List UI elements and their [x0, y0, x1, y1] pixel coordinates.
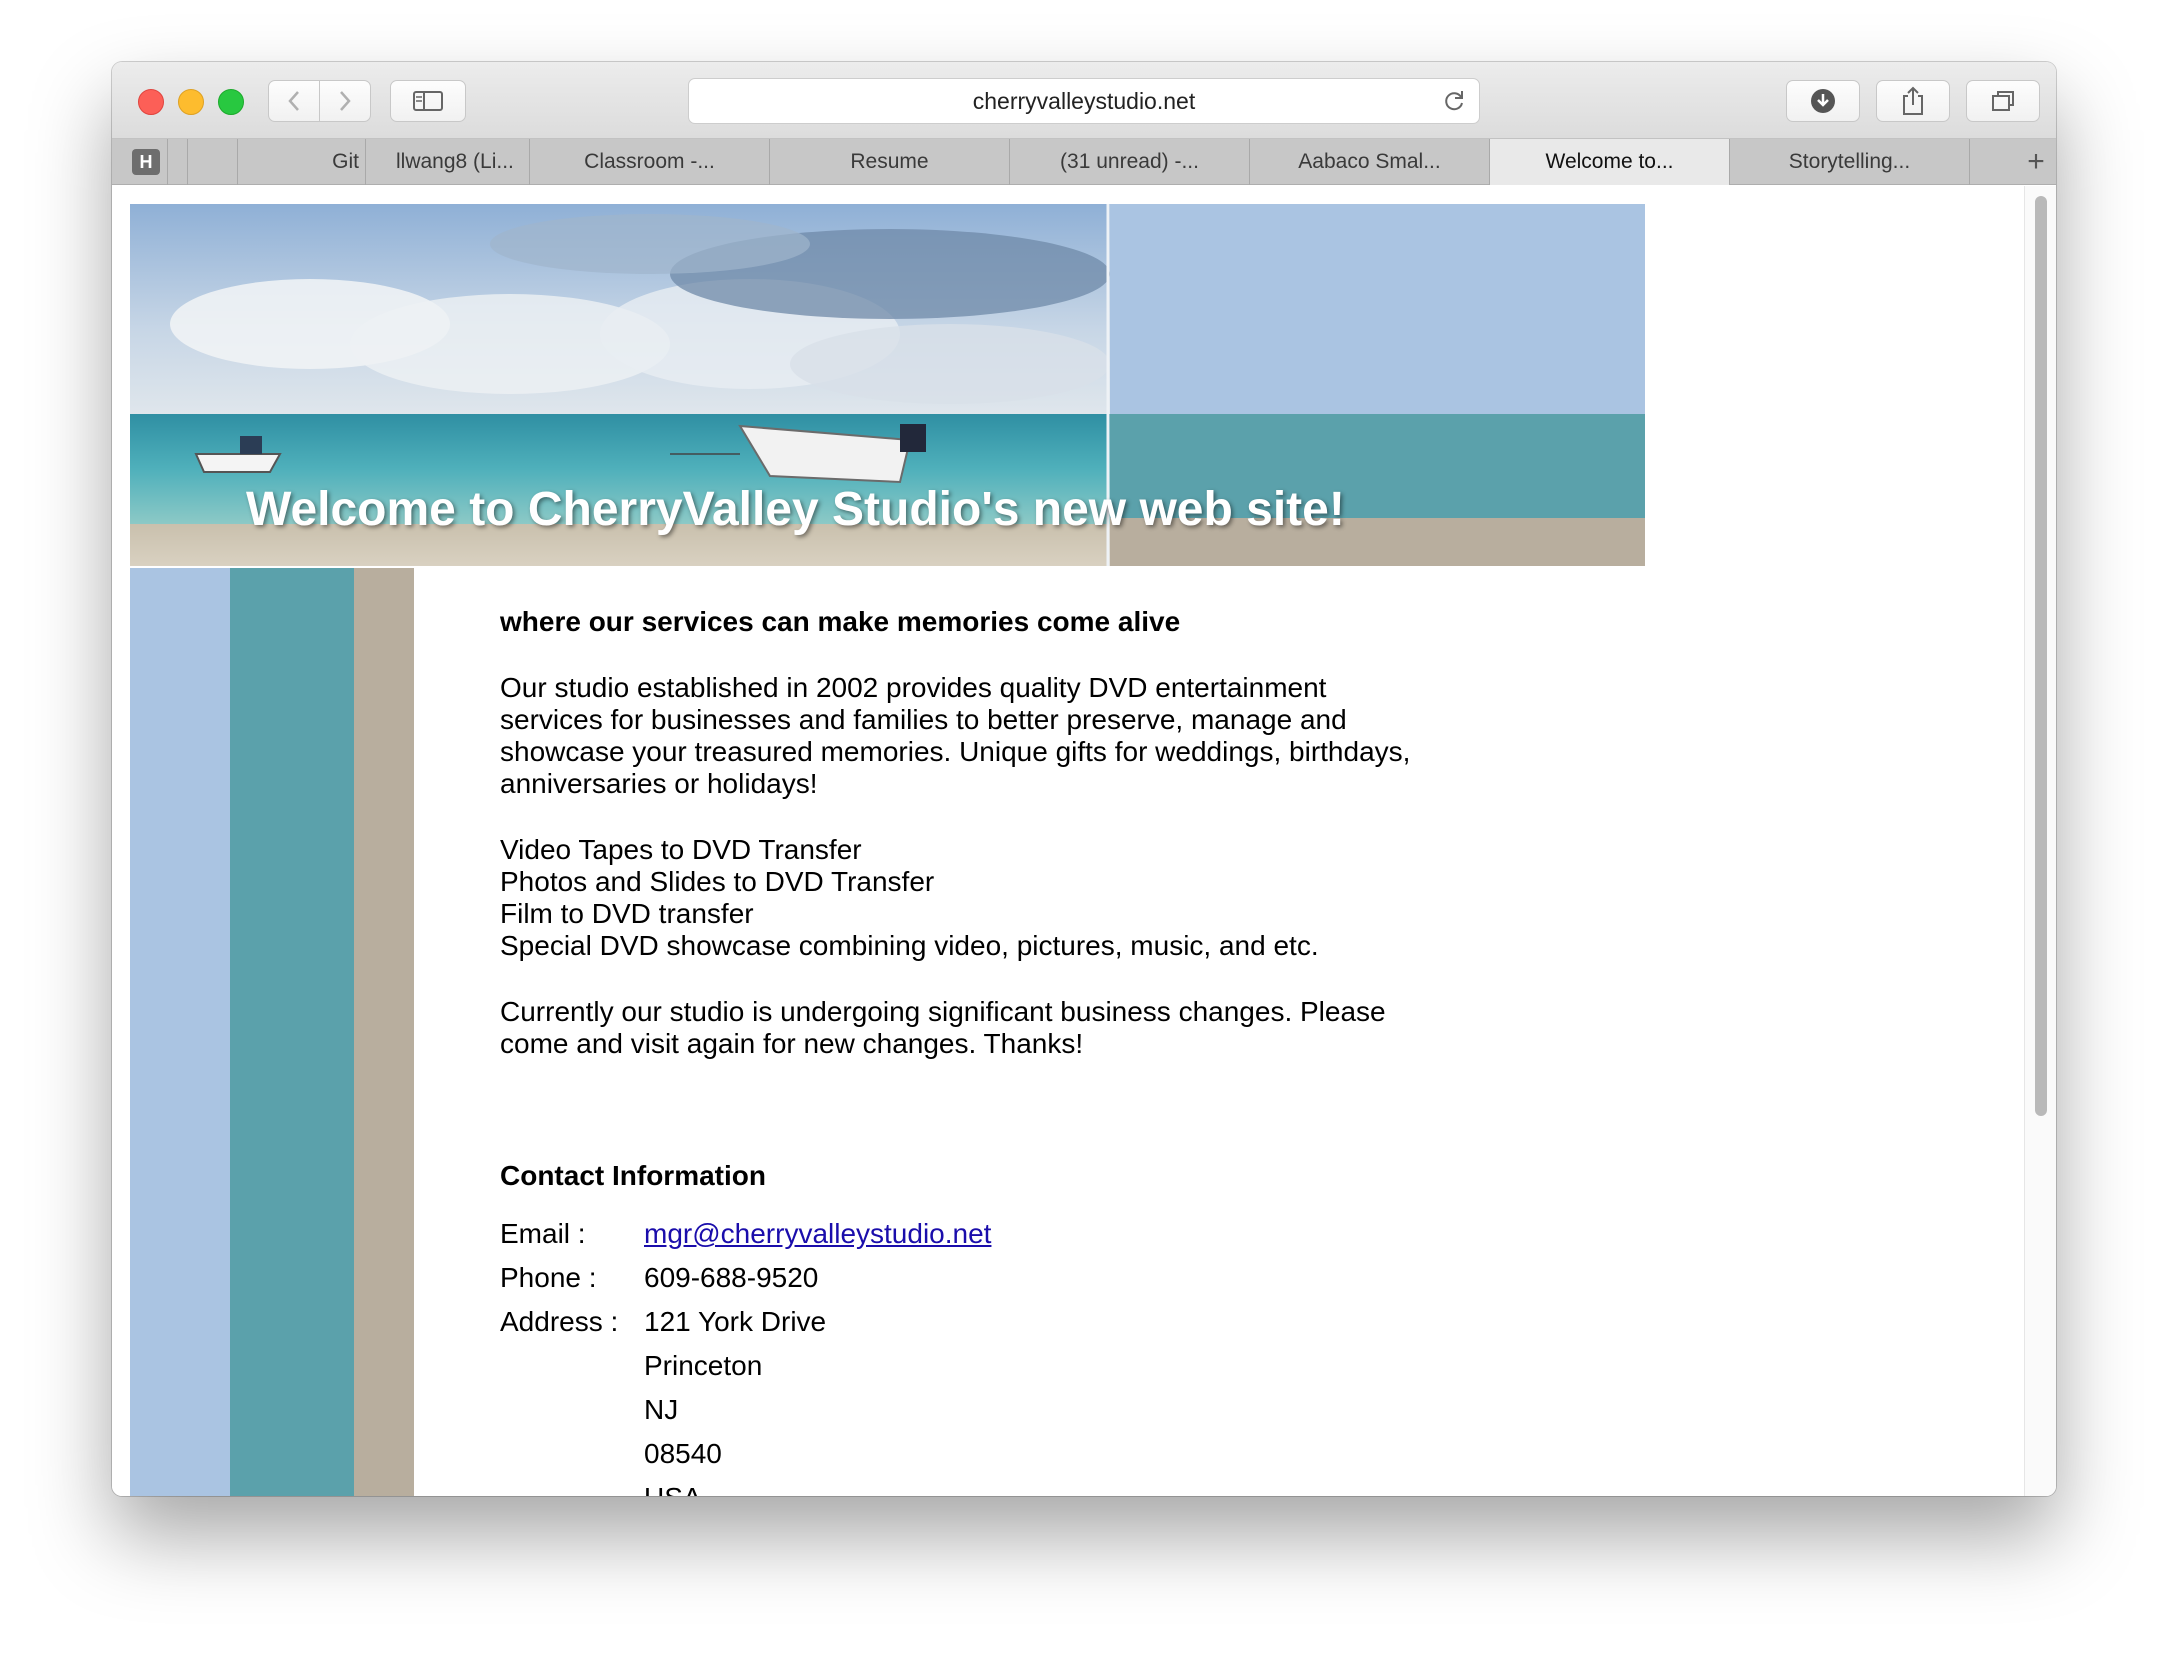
page-content: Welcome to CherryValley Studio's new web…	[112, 186, 2056, 1496]
intro-paragraph: Our studio established in 2002 provides …	[500, 672, 1411, 799]
contact-row-phone: Phone : 609-688-9520	[500, 1256, 991, 1300]
main-text: where our services can make memories com…	[500, 606, 1500, 1496]
tab-label: Storytelling...	[1788, 150, 1911, 173]
tab-classroom[interactable]: Classroom -...	[530, 139, 770, 185]
tab-label: Classroom -...	[584, 150, 715, 173]
address-label: Address :	[500, 1306, 619, 1337]
tab-unread[interactable]: (31 unread) -...	[1010, 139, 1250, 185]
contact-row-address: Address : 121 York Drive	[500, 1300, 991, 1344]
decorative-stripe-tan	[354, 568, 414, 1496]
scrollbar-thumb[interactable]	[2035, 196, 2047, 1116]
service-item: Film to DVD transfer	[500, 898, 754, 929]
tab-resume[interactable]: Resume	[770, 139, 1010, 185]
email-link[interactable]: mgr@cherryvalleystudio.net	[644, 1218, 991, 1249]
share-button[interactable]	[1876, 80, 1950, 122]
share-icon	[1903, 86, 1923, 115]
tab-pinned-h[interactable]: H	[112, 139, 168, 185]
contact-row-address: 08540	[500, 1432, 991, 1476]
service-item: Photos and Slides to DVD Transfer	[500, 866, 935, 897]
zoom-window-button[interactable]	[218, 89, 244, 115]
download-icon	[1811, 89, 1835, 113]
page-title: Welcome to CherryValley Studio's new web…	[246, 483, 1345, 536]
phone-value: 609-688-9520	[644, 1262, 819, 1293]
sidebar-toggle-button[interactable]	[390, 80, 466, 122]
tab-welcome-active[interactable]: Welcome to...	[1490, 139, 1730, 185]
browser-window: cherryvalleystudio.net H Git llwang8 (Li…	[112, 62, 2056, 1496]
tab-pinned-blank-1[interactable]	[168, 139, 188, 185]
service-item: Video Tapes to DVD Transfer	[500, 834, 862, 865]
reload-icon[interactable]	[1441, 88, 1467, 114]
tab-label: Git	[332, 150, 359, 173]
tab-github-profile[interactable]: llwang8 (Li...	[366, 139, 530, 185]
address-line: USA	[644, 1476, 991, 1496]
minimize-window-button[interactable]	[178, 89, 204, 115]
chevron-right-icon	[340, 91, 351, 111]
address-line: Princeton	[644, 1350, 763, 1381]
phone-label: Phone :	[500, 1262, 597, 1293]
downloads-button[interactable]	[1786, 80, 1860, 122]
tabs-overview-icon	[1992, 91, 2014, 111]
decorative-stripe-teal	[230, 568, 354, 1496]
tagline: where our services can make memories com…	[500, 606, 1181, 637]
tab-label: Aabaco Smal...	[1298, 150, 1441, 173]
tab-bar: H Git llwang8 (Li... Classroom -... Resu…	[112, 139, 2056, 185]
tab-label: Welcome to...	[1545, 150, 1674, 173]
tab-label: (31 unread) -...	[1060, 150, 1199, 173]
address-bar-url: cherryvalleystudio.net	[972, 87, 1196, 114]
tab-label: llwang8 (Li...	[396, 150, 514, 173]
tab-storytelling[interactable]: Storytelling...	[1730, 139, 1970, 185]
contact-heading: Contact Information	[500, 1160, 766, 1191]
favicon-h: H	[132, 149, 160, 175]
contact-row-address: USA	[500, 1476, 991, 1496]
address-line: 121 York Drive	[644, 1306, 827, 1337]
service-item: Special DVD showcase combining video, pi…	[500, 930, 1319, 961]
back-button[interactable]	[268, 80, 320, 122]
email-label: Email :	[500, 1218, 586, 1249]
tab-git[interactable]: Git	[238, 139, 366, 185]
plus-icon: +	[2027, 145, 2045, 178]
sidebar-icon	[413, 91, 443, 111]
contact-table: Email : mgr@cherryvalleystudio.net Phone…	[500, 1212, 991, 1496]
header-banner: Welcome to CherryValley Studio's new web…	[130, 204, 1645, 566]
contact-row-email: Email : mgr@cherryvalleystudio.net	[500, 1212, 991, 1256]
address-line: NJ	[644, 1394, 679, 1425]
chevron-left-icon	[288, 91, 299, 111]
notice-paragraph: Currently our studio is undergoing signi…	[500, 996, 1386, 1059]
show-all-tabs-button[interactable]	[1966, 80, 2040, 122]
contact-row-address: Princeton	[500, 1344, 991, 1388]
tab-label: Resume	[850, 150, 929, 173]
services-list: Video Tapes to DVD Transfer Photos and S…	[500, 834, 1500, 962]
address-bar[interactable]: cherryvalleystudio.net	[688, 78, 1480, 124]
forward-button[interactable]	[319, 80, 371, 122]
close-window-button[interactable]	[138, 89, 164, 115]
decorative-stripe-blue	[130, 568, 230, 1496]
contact-row-address: NJ	[500, 1388, 991, 1432]
new-tab-button[interactable]: +	[2016, 139, 2056, 185]
browser-toolbar: cherryvalleystudio.net	[112, 62, 2056, 139]
tab-aabaco[interactable]: Aabaco Smal...	[1250, 139, 1490, 185]
tab-pinned-blank-2[interactable]	[188, 139, 238, 185]
address-line: 08540	[644, 1438, 722, 1469]
